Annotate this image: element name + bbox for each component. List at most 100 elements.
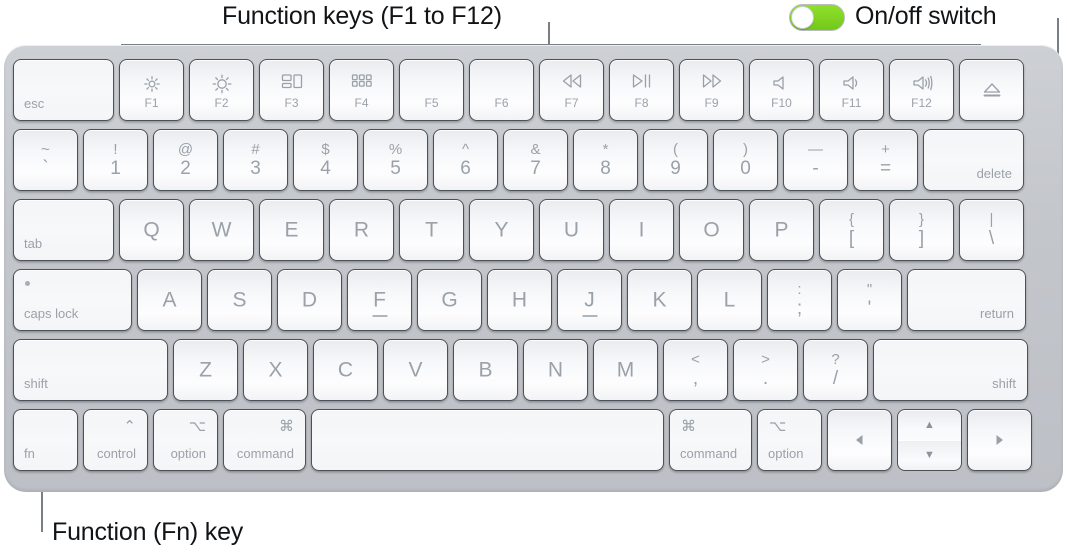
key-w[interactable]: W [189, 199, 254, 261]
key-digit-4[interactable]: $4 [293, 129, 358, 191]
caps-lock-led [25, 281, 30, 286]
key-x[interactable]: X [243, 339, 308, 401]
key-sublabel: F9 [704, 96, 719, 110]
arrow-left-icon [828, 434, 891, 446]
key-r[interactable]: R [329, 199, 394, 261]
key-shift-left[interactable]: shift [13, 339, 168, 401]
key-f6[interactable]: F6 [469, 59, 534, 121]
key-z[interactable]: Z [173, 339, 238, 401]
key-f11[interactable]: F11 [819, 59, 884, 121]
volume-up-icon [890, 73, 953, 93]
key-semicolon[interactable]: :; [767, 269, 832, 331]
key-digit-1[interactable]: ! 1 [83, 129, 148, 191]
key-minus[interactable]: — - [783, 129, 848, 191]
key-f1[interactable]: F1 [119, 59, 184, 121]
key-digit-9[interactable]: (9 [643, 129, 708, 191]
key-h[interactable]: H [487, 269, 552, 331]
key-option-left[interactable]: ⌥ option [153, 409, 218, 471]
key-o[interactable]: O [679, 199, 744, 261]
key-label: delete [976, 166, 1012, 181]
key-q[interactable]: Q [119, 199, 184, 261]
key-backslash[interactable]: | \ [959, 199, 1024, 261]
magic-keyboard-body: esc F1 F2 F3 F4 F5 F6 F7 F8 F9 F10 F11 F12 ~ `! 1 @2 #3 $… [4, 45, 1063, 492]
key-digit-7[interactable]: & 7 [503, 129, 568, 191]
key-u[interactable]: U [539, 199, 604, 261]
key-shift-label: > [761, 351, 770, 368]
on-off-switch-toggle[interactable] [789, 4, 845, 31]
key-digit-8[interactable]: * 8 [573, 129, 638, 191]
key-s[interactable]: S [207, 269, 272, 331]
key-v[interactable]: V [383, 339, 448, 401]
key-f7[interactable]: F7 [539, 59, 604, 121]
key-option-right[interactable]: ⌥ option [757, 409, 822, 471]
key-period[interactable]: >. [733, 339, 798, 401]
key-f10[interactable]: F10 [749, 59, 814, 121]
key-caps-lock[interactable]: caps lock [13, 269, 132, 331]
mute-icon [750, 73, 813, 93]
key-f4[interactable]: F4 [329, 59, 394, 121]
key-digit-6[interactable]: ^ 6 [433, 129, 498, 191]
key-p[interactable]: P [749, 199, 814, 261]
key-eject[interactable] [959, 59, 1024, 121]
key-delete[interactable]: delete [923, 129, 1024, 191]
key-base-label: ; [796, 298, 803, 319]
key-space[interactable] [311, 409, 664, 471]
key-bracket-right[interactable]: }] [889, 199, 954, 261]
key-control-left[interactable]: ⌃ control [83, 409, 148, 471]
key-esc[interactable]: esc [13, 59, 114, 121]
key-fn[interactable]: fn [13, 409, 78, 471]
key-command-left[interactable]: ⌘ command [223, 409, 306, 471]
key-return[interactable]: return [907, 269, 1026, 331]
key-grave[interactable]: ~ ` [13, 129, 78, 191]
key-quote[interactable]: " ' [837, 269, 902, 331]
key-n[interactable]: N [523, 339, 588, 401]
key-command-right[interactable]: ⌘ command [669, 409, 752, 471]
key-e[interactable]: E [259, 199, 324, 261]
key-b[interactable]: B [453, 339, 518, 401]
key-g[interactable]: G [417, 269, 482, 331]
key-f9[interactable]: F9 [679, 59, 744, 121]
number-row: ~ `! 1 @2 #3 $4% 5 ^ 6 & 7 * 8(9) 0— - + = delete [4, 129, 1063, 191]
key-comma[interactable]: <, [663, 339, 728, 401]
key-base-label: 9 [670, 158, 681, 179]
key-l[interactable]: L [697, 269, 762, 331]
key-f12[interactable]: F12 [889, 59, 954, 121]
key-slash[interactable]: ? / [803, 339, 868, 401]
key-d[interactable]: D [277, 269, 342, 331]
volume-down-icon [820, 73, 883, 93]
key-i[interactable]: I [609, 199, 674, 261]
key-digit-5[interactable]: % 5 [363, 129, 428, 191]
key-a[interactable]: A [137, 269, 202, 331]
key-tab[interactable]: tab [13, 199, 114, 261]
key-shift-label: — [808, 141, 823, 158]
key-shift-right[interactable]: shift [873, 339, 1028, 401]
key-arrow-updown[interactable]: ▲ ▼ [897, 409, 962, 471]
key-bracket-left[interactable]: {[ [819, 199, 884, 261]
key-k[interactable]: K [627, 269, 692, 331]
key-equal[interactable]: + = [853, 129, 918, 191]
key-arrow-down[interactable]: ▼ [897, 440, 962, 471]
key-label: P [774, 218, 789, 242]
key-shift-label: ( [673, 141, 678, 158]
key-f5[interactable]: F5 [399, 59, 464, 121]
key-arrow-left[interactable] [827, 409, 892, 471]
key-arrow-up[interactable]: ▲ [897, 409, 962, 440]
key-digit-3[interactable]: #3 [223, 129, 288, 191]
key-arrow-right[interactable] [967, 409, 1032, 471]
callout-on-off-switch-label: On/off switch [855, 2, 997, 30]
key-f8[interactable]: F8 [609, 59, 674, 121]
key-m[interactable]: M [593, 339, 658, 401]
key-c[interactable]: C [313, 339, 378, 401]
key-f[interactable]: F [347, 269, 412, 331]
key-digit-0[interactable]: ) 0 [713, 129, 778, 191]
key-shift-label: ? [831, 351, 840, 368]
key-label: L [723, 288, 736, 312]
key-j[interactable]: J [557, 269, 622, 331]
key-f2[interactable]: F2 [189, 59, 254, 121]
key-digit-2[interactable]: @2 [153, 129, 218, 191]
key-shift-label: ~ [41, 141, 50, 158]
key-label: R [353, 218, 370, 242]
key-f3[interactable]: F3 [259, 59, 324, 121]
key-t[interactable]: T [399, 199, 464, 261]
key-y[interactable]: Y [469, 199, 534, 261]
